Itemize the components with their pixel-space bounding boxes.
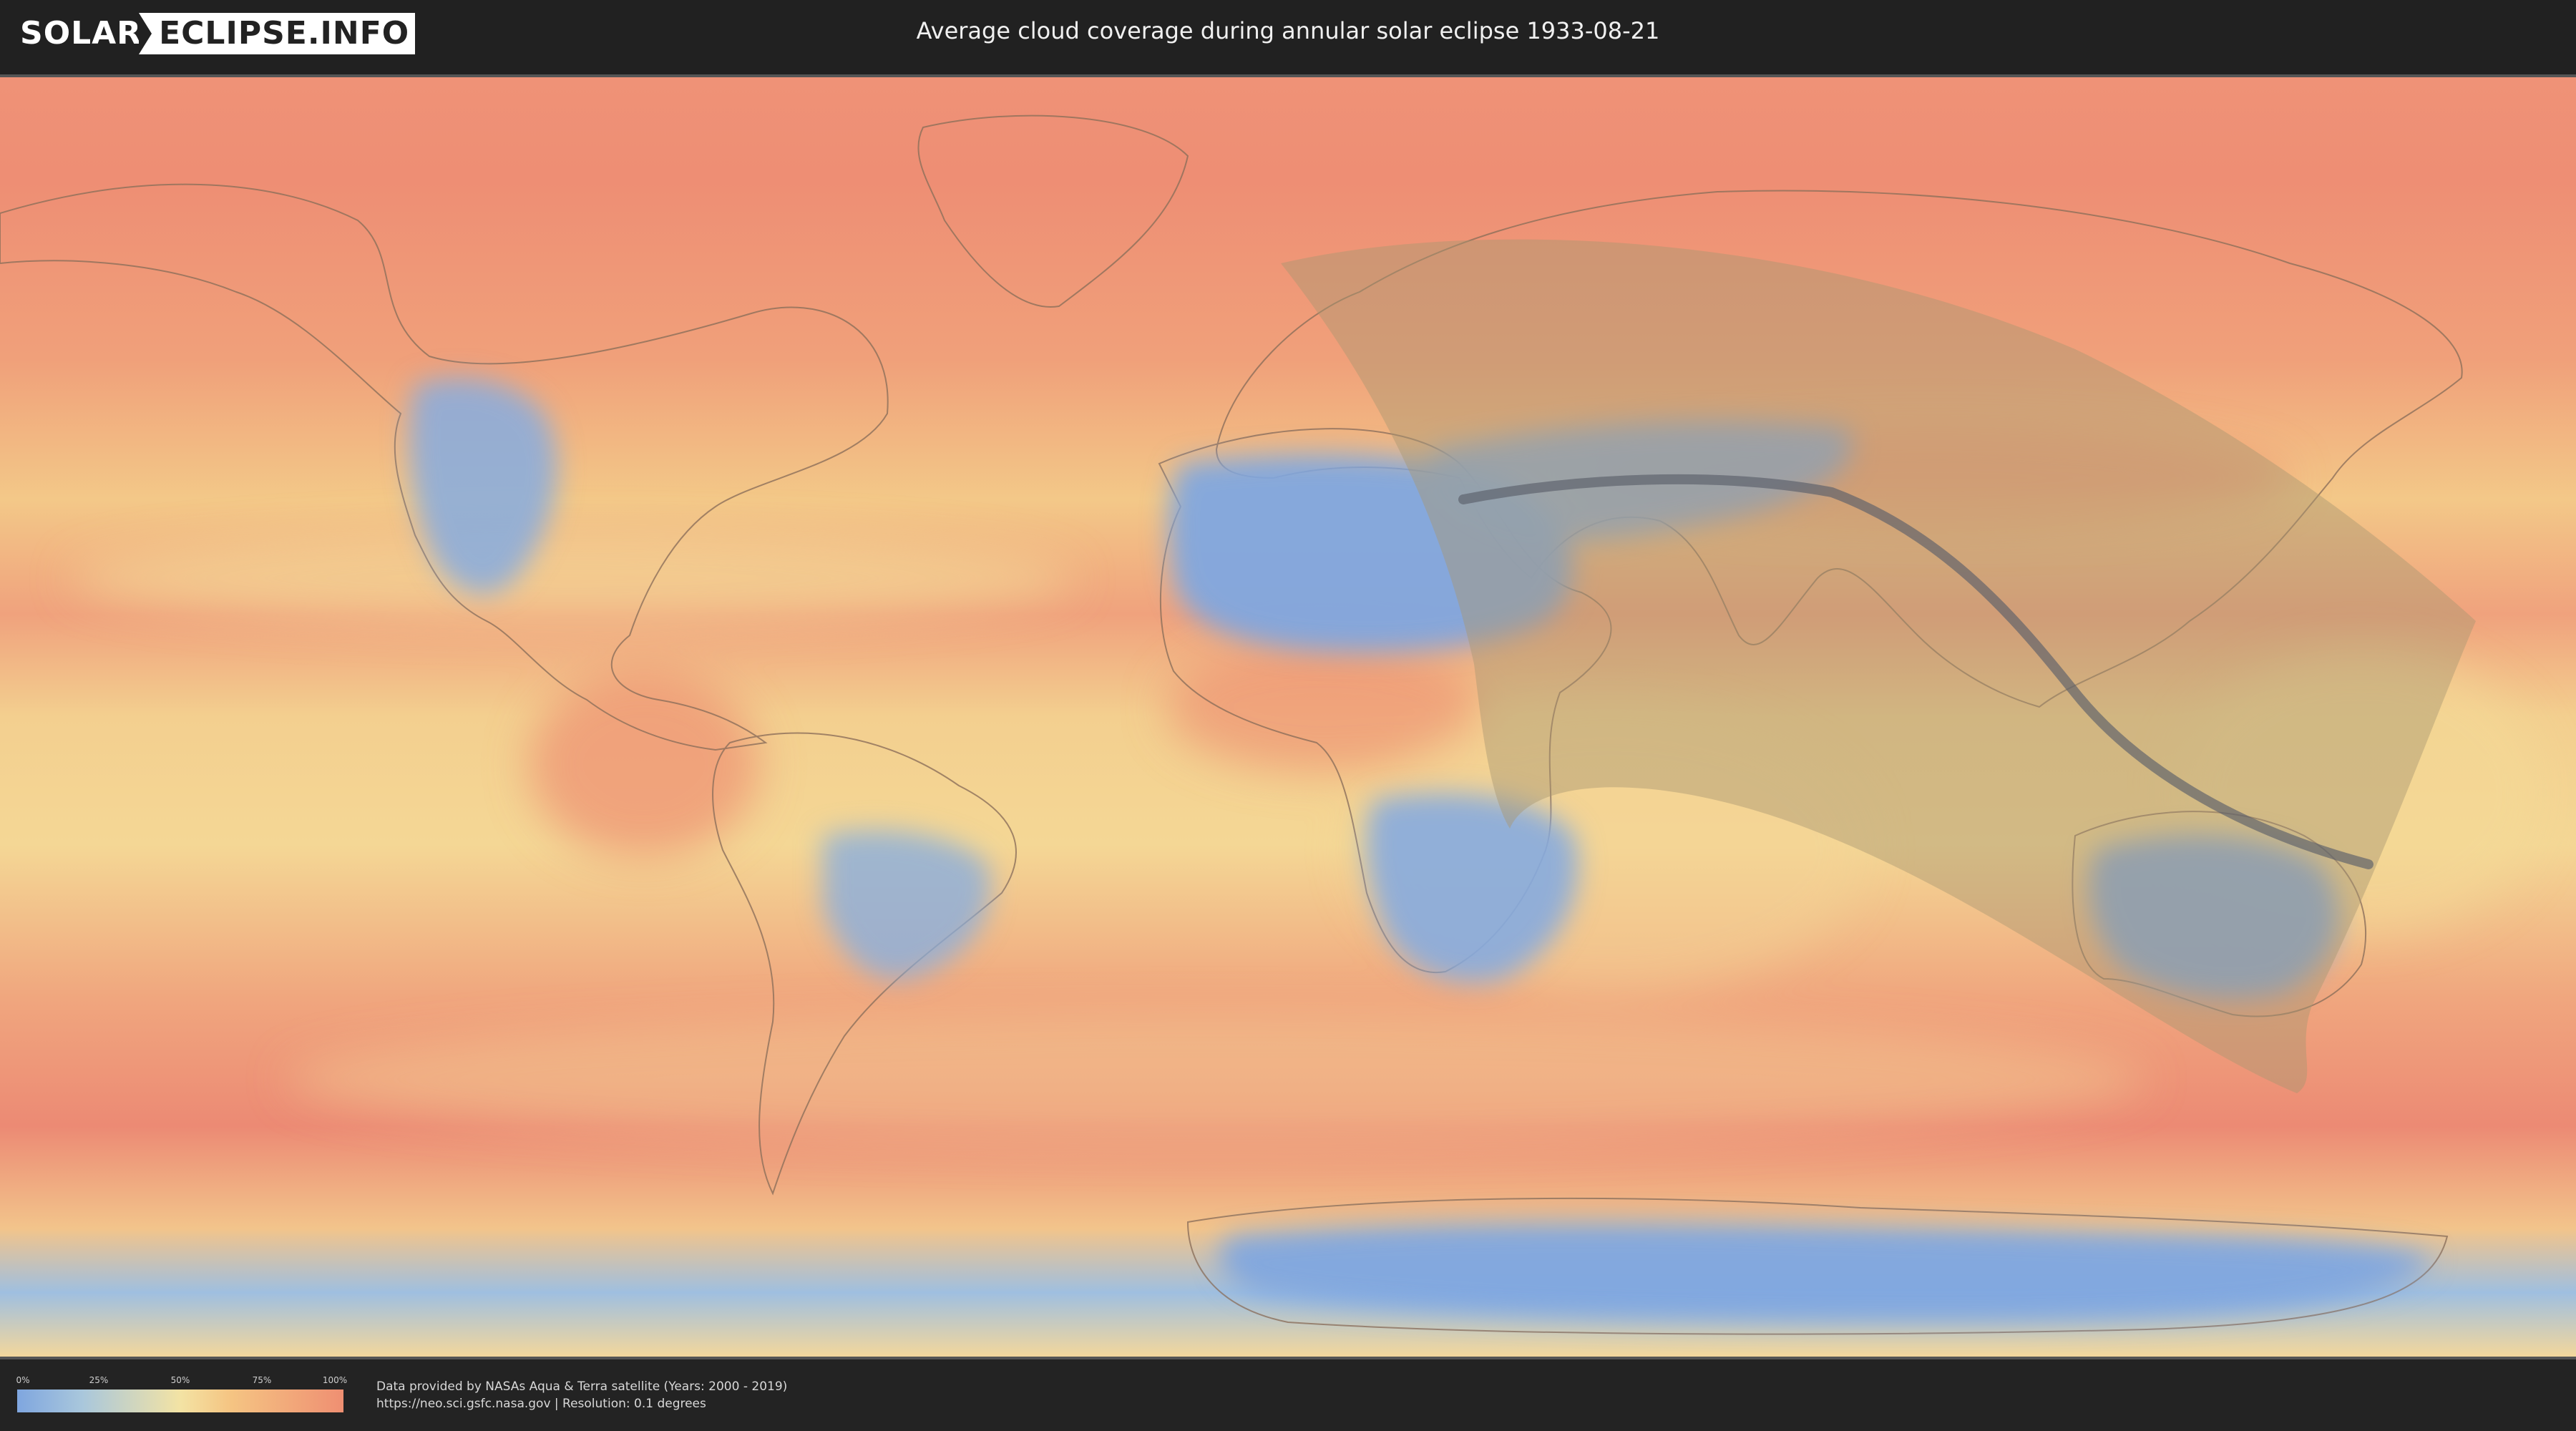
legend-tick-100: 100% xyxy=(322,1375,348,1385)
credit-line-2: https://neo.sci.gsfc.nasa.gov | Resoluti… xyxy=(376,1397,706,1411)
legend-tick-0: 0% xyxy=(16,1375,30,1385)
map-svg xyxy=(0,77,2576,1357)
credit-line-1: Data provided by NASAs Aqua & Terra sate… xyxy=(376,1379,788,1394)
header-bar: SOLAR ECLIPSE.INFO Average cloud coverag… xyxy=(0,0,2576,74)
legend-color-bar xyxy=(17,1390,343,1412)
legend-ticks: 0% 25% 50% 75% 100% xyxy=(16,1375,347,1385)
legend-tick-75: 75% xyxy=(252,1375,272,1385)
page-title: Average cloud coverage during annular so… xyxy=(916,17,1660,44)
legend-tick-25: 25% xyxy=(89,1375,109,1385)
legend-tick-50: 50% xyxy=(170,1375,190,1385)
cloud-coverage-map xyxy=(0,74,2576,1359)
footer-bar: 0% 25% 50% 75% 100% Data provided by NAS… xyxy=(0,1359,2576,1431)
